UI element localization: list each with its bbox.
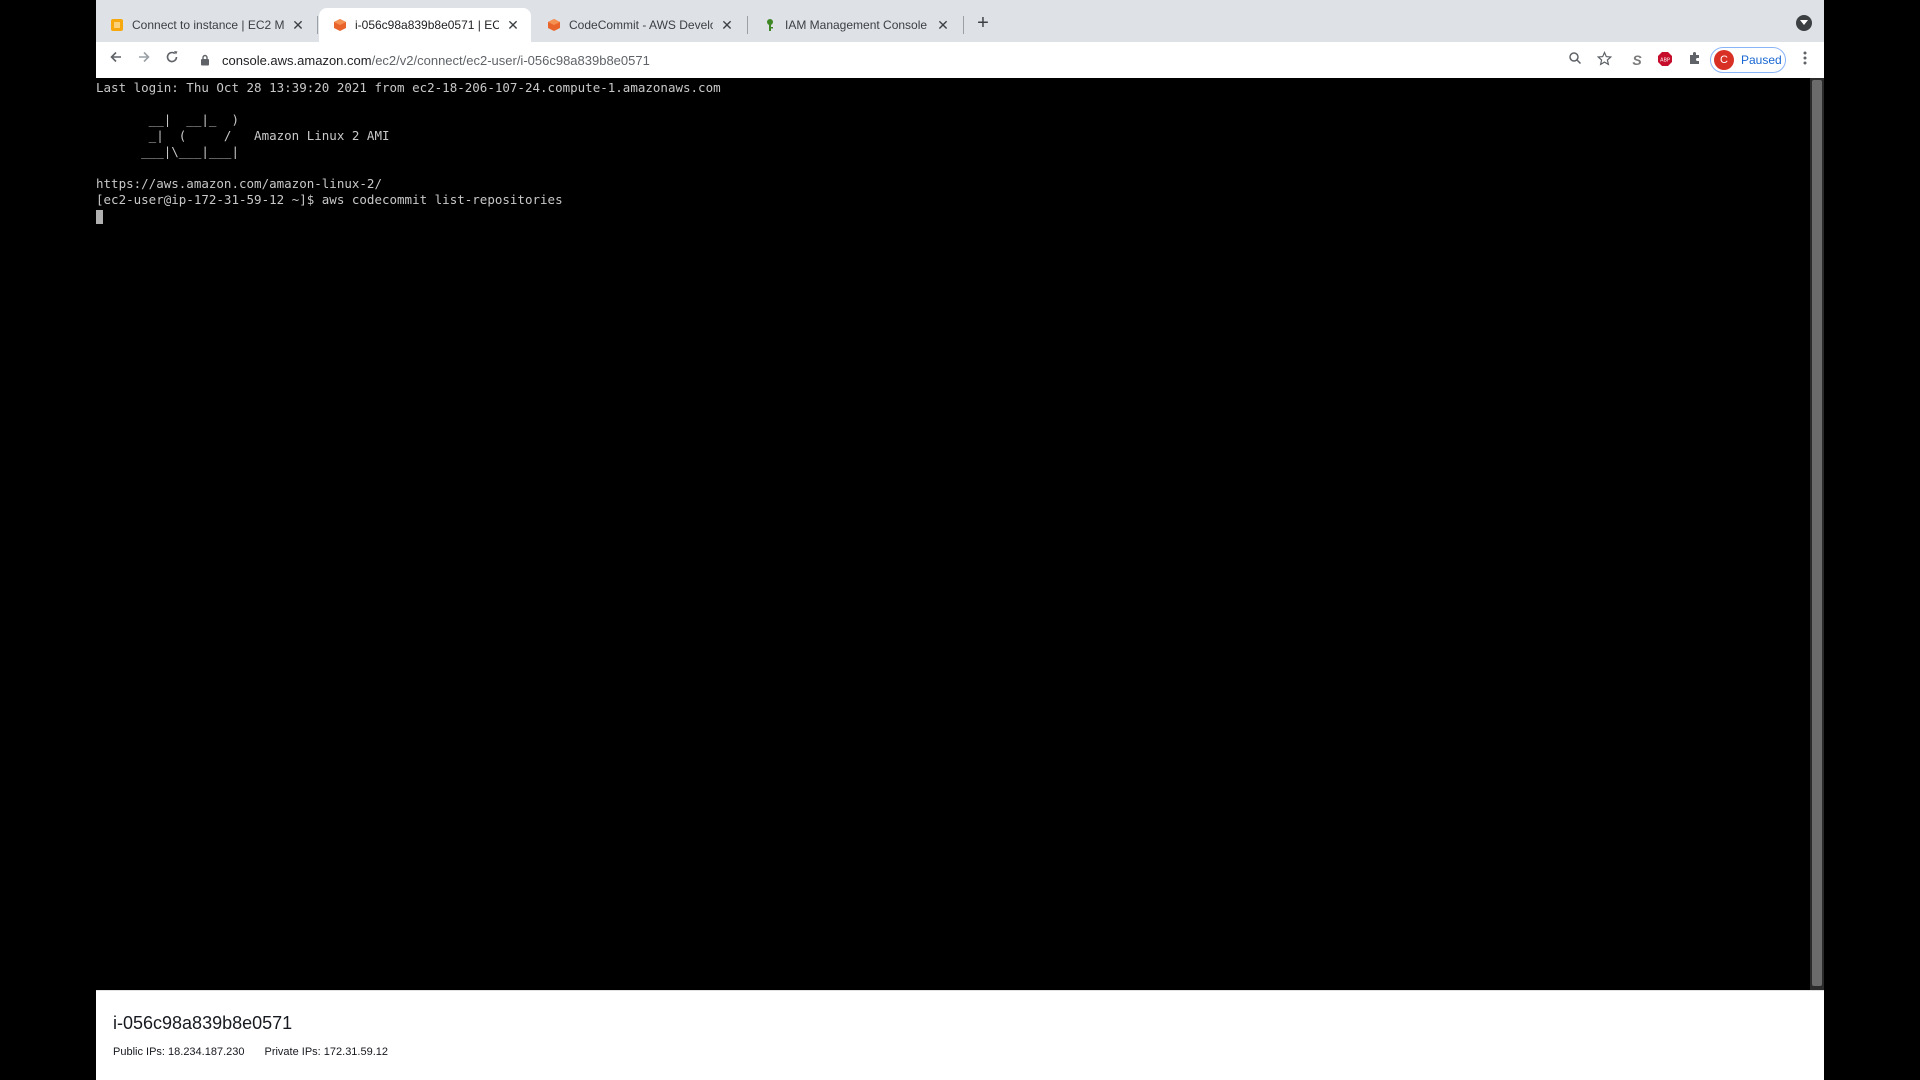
profile-status-label: Paused	[1741, 53, 1782, 67]
back-icon[interactable]	[106, 50, 126, 70]
terminal-line: [ec2-user@ip-172-31-59-12 ~]$ aws codeco…	[96, 192, 563, 207]
aws-cube-icon	[547, 18, 561, 32]
terminal-line: Last login: Thu Oct 28 13:39:20 2021 fro…	[96, 80, 721, 95]
terminal-line: _| ( / Amazon Linux 2 AMI	[96, 128, 390, 143]
new-tab-button[interactable]: +	[973, 13, 993, 33]
svg-text:ABP: ABP	[1660, 58, 1670, 64]
terminal-line: __| __|_ )	[96, 112, 239, 127]
lock-icon	[200, 54, 212, 66]
terminal-cursor	[96, 209, 103, 224]
tab-separator	[963, 16, 964, 34]
ec2-icon	[110, 18, 124, 32]
extension-s-icon[interactable]: S	[1628, 51, 1646, 69]
kebab-menu-icon[interactable]	[1796, 51, 1814, 69]
close-tab-icon[interactable]: ✕	[505, 17, 521, 33]
terminal-cursor-line	[96, 208, 1810, 224]
tab-strip: Connect to instance | EC2 Management Con…	[96, 0, 1824, 42]
close-tab-icon[interactable]: ✕	[290, 17, 306, 33]
tab-title: Connect to instance | EC2 Management Con…	[132, 18, 284, 32]
close-tab-icon[interactable]: ✕	[935, 17, 951, 33]
profile-button[interactable]: C Paused	[1710, 47, 1786, 73]
aws-cube-icon	[333, 18, 347, 32]
iam-key-icon	[763, 18, 777, 32]
address-bar[interactable]: console.aws.amazon.com/ec2/v2/connect/ec…	[196, 46, 1656, 74]
terminal-line: https://aws.amazon.com/amazon-linux-2/	[96, 176, 382, 191]
instance-info-panel: i-056c98a839b8e0571 Public IPs: 18.234.1…	[96, 990, 1824, 1080]
extensions-puzzle-icon[interactable]	[1685, 51, 1703, 69]
avatar: C	[1714, 50, 1734, 70]
tab-search-icon[interactable]	[1796, 15, 1812, 31]
tab-iam[interactable]: IAM Management Console ✕	[749, 8, 961, 42]
public-ips: Public IPs: 18.234.187.230	[113, 1046, 245, 1058]
bookmark-star-icon[interactable]	[1595, 51, 1613, 69]
browser-window: Connect to instance | EC2 Management Con…	[96, 0, 1824, 1080]
browser-toolbar: console.aws.amazon.com/ec2/v2/connect/ec…	[96, 42, 1824, 78]
terminal-line: ___|\___|___|	[96, 144, 239, 159]
tab-title: CodeCommit - AWS Developer Tools	[569, 18, 713, 32]
tab-instance-active[interactable]: i-056c98a839b8e0571 | EC2 Management Con…	[319, 8, 531, 42]
instance-id: i-056c98a839b8e0571	[113, 1013, 293, 1033]
scrollbar-thumb[interactable]	[1812, 80, 1822, 986]
reload-icon[interactable]	[162, 50, 182, 70]
zoom-icon[interactable]	[1566, 51, 1584, 69]
tab-codecommit[interactable]: CodeCommit - AWS Developer Tools ✕	[533, 8, 745, 42]
tab-connect-to-instance[interactable]: Connect to instance | EC2 Management Con…	[96, 8, 316, 42]
forward-icon[interactable]	[134, 50, 154, 70]
tab-separator	[747, 16, 748, 34]
terminal-output[interactable]: Last login: Thu Oct 28 13:39:20 2021 fro…	[96, 78, 1810, 990]
close-tab-icon[interactable]: ✕	[719, 17, 735, 33]
instance-ips: Public IPs: 18.234.187.230 Private IPs: …	[113, 1046, 1824, 1058]
private-ips: Private IPs: 172.31.59.12	[264, 1046, 389, 1058]
terminal-scrollbar[interactable]	[1810, 78, 1824, 990]
url-host: console.aws.amazon.com	[222, 52, 372, 68]
url-path: /ec2/v2/connect/ec2-user/i-056c98a839b8e…	[371, 52, 650, 68]
tab-separator	[317, 16, 318, 34]
tab-title: IAM Management Console	[785, 18, 928, 32]
tab-title: i-056c98a839b8e0571 | EC2 Management Con…	[355, 18, 499, 32]
adblock-plus-icon[interactable]: ABP	[1656, 51, 1674, 69]
